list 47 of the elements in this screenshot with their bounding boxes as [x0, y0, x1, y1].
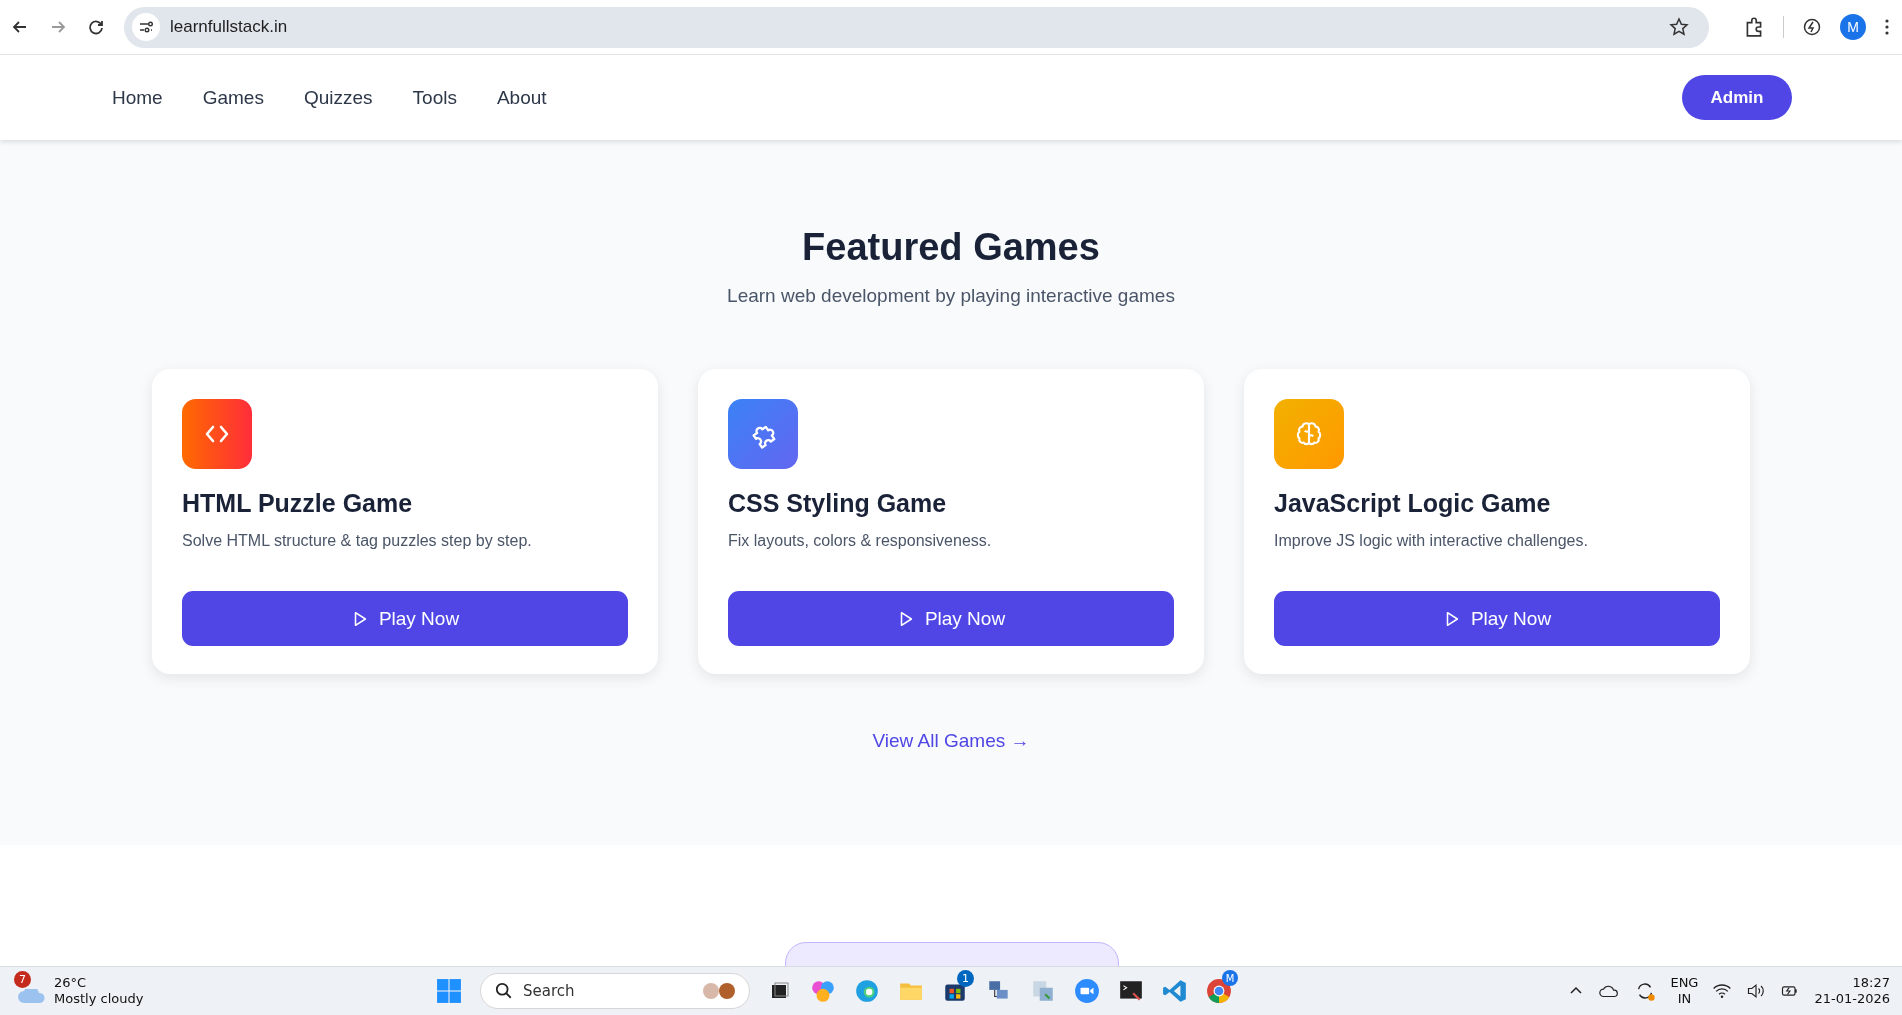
- notification-badge: 1: [957, 970, 974, 987]
- url-text: learnfullstack.in: [170, 17, 289, 37]
- clock-time[interactable]: 18:27: [1852, 975, 1890, 991]
- play-button[interactable]: Play Now: [728, 591, 1174, 646]
- game-description: Improve JS logic with interactive challenges.: [1274, 532, 1589, 550]
- game-title: CSS Styling Game: [728, 489, 948, 518]
- taskbar-search-field[interactable]: Search: [480, 973, 750, 1009]
- edge-icon[interactable]: [854, 978, 880, 1004]
- nav-link[interactable]: Home: [112, 86, 163, 109]
- play-button[interactable]: Play Now: [1274, 591, 1720, 646]
- more-menu-icon[interactable]: [1884, 17, 1890, 37]
- clock-date[interactable]: 21-01-2026: [1814, 991, 1890, 1007]
- game-title: HTML Puzzle Game: [182, 489, 414, 518]
- video-call-icon[interactable]: [1074, 978, 1100, 1004]
- copilot-icon[interactable]: [810, 978, 836, 1004]
- start-icon[interactable]: [436, 978, 462, 1004]
- code-editor-icon[interactable]: [1162, 978, 1188, 1004]
- code-icon: [182, 399, 252, 469]
- speaker-icon[interactable]: [1746, 982, 1767, 1000]
- admin-button[interactable]: Admin: [1682, 75, 1792, 120]
- game-description: Fix layouts, colors & responsiveness.: [728, 532, 993, 550]
- wifi-icon[interactable]: [1712, 982, 1733, 1000]
- nav-link[interactable]: Tools: [412, 86, 457, 109]
- game-title: JavaScript Logic Game: [1274, 489, 1552, 518]
- cloud-icon[interactable]: [1598, 983, 1621, 999]
- nav-link[interactable]: Quizzes: [303, 86, 373, 109]
- play-button[interactable]: Play Now: [182, 591, 628, 646]
- weather-condition: Mostly cloudy: [54, 991, 144, 1007]
- puzzle-piece-icon: [728, 399, 798, 469]
- star-icon[interactable]: [1669, 17, 1689, 37]
- performance-icon[interactable]: [1802, 17, 1822, 37]
- language-text[interactable]: ENG: [1670, 975, 1699, 991]
- region-text[interactable]: IN: [1677, 991, 1692, 1007]
- game-description: Solve HTML structure & tag puzzles step by step.: [182, 532, 533, 550]
- section-title: Featured Games: [802, 226, 1100, 269]
- search-icon: [495, 982, 513, 1000]
- site-settings-icon[interactable]: [132, 13, 160, 41]
- nav-link[interactable]: About: [496, 86, 547, 109]
- temperature: 26°C: [54, 975, 88, 991]
- nav-link[interactable]: Games: [202, 86, 264, 109]
- profile-badge: M: [1222, 970, 1238, 986]
- address-bar[interactable]: learnfullstack.in: [124, 6, 1709, 48]
- notification-badge: 7: [14, 970, 31, 988]
- section-subtitle: Learn web development by playing interactive games: [727, 285, 1175, 307]
- brain-icon: [1274, 399, 1344, 469]
- profile-avatar[interactable]: M: [1840, 14, 1866, 40]
- view-all-link[interactable]: View All Games →: [872, 730, 1030, 752]
